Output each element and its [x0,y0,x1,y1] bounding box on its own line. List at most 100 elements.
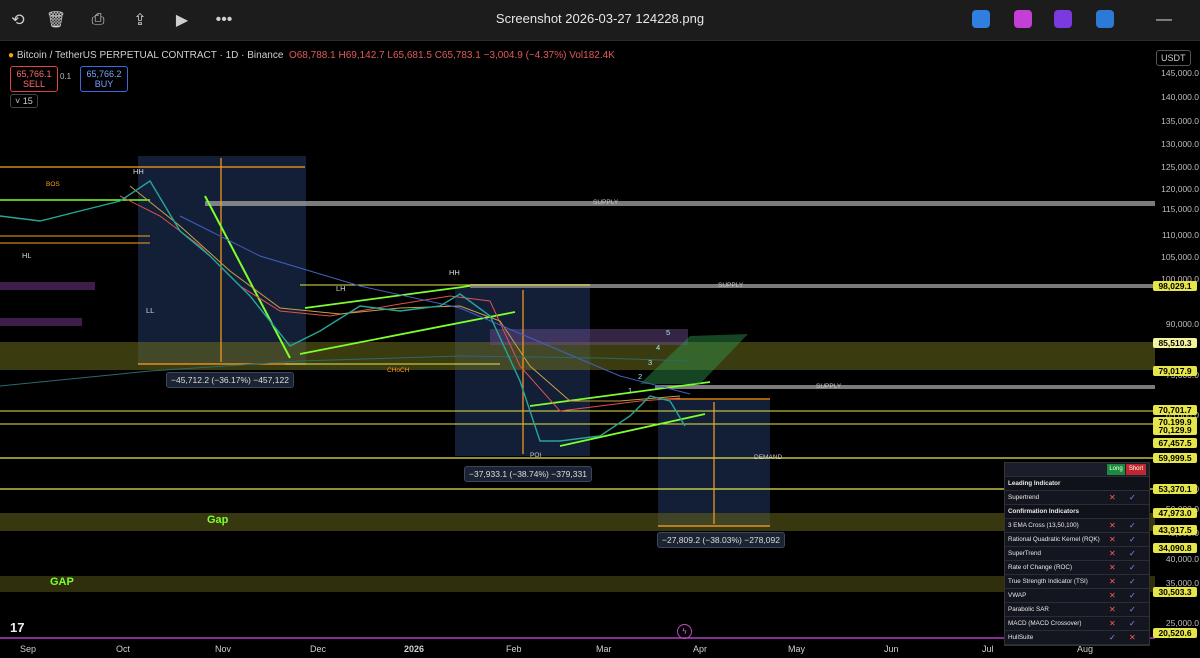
sell-price: 65,766.1 [16,69,52,79]
indicator-label: Supertrend [1008,494,1040,501]
currency-value: USDT [1161,53,1186,63]
indicator-short-status: ✓ [1129,605,1136,614]
ll-label-1: LL [146,306,155,315]
hh-label-1: HH [133,167,144,176]
sell-button[interactable]: 65,766.1 SELL [10,66,58,92]
price-tag: 43,917.5 [1153,525,1197,535]
trading-chart[interactable]: ● Bitcoin / TetherUS PERPETUAL CONTRACT … [0,46,1200,658]
price-tag: 30,503.3 [1153,587,1197,597]
price-axis-label: 120,000.0 [1161,184,1199,194]
time-axis-label: Sep [20,644,37,654]
price-tag: 98,029.1 [1153,281,1197,291]
buy-button[interactable]: 65,766.2 BUY [80,66,128,92]
time-axis-label: May [788,644,806,654]
supply-bar-3 [655,385,1155,389]
clipchamp-app-icon[interactable] [1054,10,1072,28]
bitcoin-icon: ● [8,50,15,61]
measure-box-1 [138,156,306,364]
price-axis-label: 25,000.0 [1165,618,1199,628]
indicator-label: Rate of Change (ROC) [1008,564,1073,571]
hl-label: HL [22,251,32,260]
price-axis-label: 40,000.0 [1165,554,1199,564]
indicator-short-status: ✓ [1129,521,1136,530]
bos-label: BOS [46,181,60,188]
time-axis-label: Mar [596,644,612,654]
indicator-label: True Strength Indicator (TSI) [1008,578,1088,585]
time-axis-label: 2026 [404,644,425,654]
indicator-row: MACD (MACD Crossover) ✕ ✓ [1005,617,1149,631]
long-header: Long [1107,464,1125,475]
measure-label-1: −45,712.2 (−36.17%) −457,122 [166,372,294,388]
indicator-table: Long Short Leading Indicator Supertrend ✕ ✓… [1004,462,1150,646]
gap-zone-2 [0,576,1155,592]
time-axis-label: Feb [506,644,522,654]
indicator-long-status: ✕ [1109,591,1116,600]
indicator-row: True Strength Indicator (TSI) ✕ ✓ [1005,575,1149,589]
indicator-short-status: ✓ [1129,563,1136,572]
choch-label: CHoCH [387,367,410,374]
close-value: C65,783.1 [434,50,481,61]
indicator-label: Leading Indicator [1008,480,1061,487]
supply-label-2: SUPPLY [718,282,744,289]
change-value: −3,004.9 (−4.37%) [483,50,567,61]
indicator-table-header: Long Short [1005,463,1149,477]
price-tag: 85,510.3 [1153,338,1197,348]
gap-label-2: GAP [50,576,74,588]
buy-label: BUY [94,79,114,89]
price-axis-label: 135,000.0 [1161,116,1199,126]
indicator-long-status: ✕ [1109,549,1116,558]
price-tag: 34,090.8 [1153,543,1197,553]
price-axis-label: 130,000.0 [1161,139,1199,149]
measure-label-3: −27,809.2 (−38.03%) −278,092 [657,532,785,548]
wave-5: 5 [666,328,671,337]
indicator-row: 3 EMA Cross (13,50,100) ✕ ✓ [1005,519,1149,533]
tradingview-logo[interactable]: 17 [10,620,24,635]
price-tag: 47,973.0 [1153,508,1197,518]
indicator-row: Rate of Change (ROC) ✕ ✓ [1005,561,1149,575]
sell-label: SELL [22,79,46,89]
measure-label-2: −37,933.1 (−38.74%) −379,331 [464,466,592,482]
supply-label-3: SUPPLY [816,383,842,390]
indicator-long-status: ✕ [1109,577,1116,586]
copilot-app-icon[interactable] [1014,10,1032,28]
low-value: L65,681.5 [387,50,432,61]
price-axis-label: 145,000.0 [1161,68,1199,78]
lh-label: LH [336,284,346,293]
edit-app-icon[interactable] [972,10,990,28]
spread-value: 0.1 [60,72,72,81]
price-axis-label: 90,000.0 [1165,319,1199,329]
cloud-app-icon[interactable] [1096,10,1114,28]
supply-bar-1 [205,201,1155,206]
purple-zone-2 [0,318,82,326]
gap-label-1: Gap [207,514,229,526]
interval-value: 15 [22,96,33,106]
price-tag: 67,457.5 [1153,438,1197,448]
indicator-label: VWAP [1008,592,1027,599]
time-axis-label: Nov [215,644,232,654]
price-tag: 59,999.5 [1153,453,1197,463]
lightning-icon[interactable]: ϟ [677,624,692,639]
time-axis-label: Dec [310,644,327,654]
high-value: H69,142.7 [338,50,385,61]
indicator-long-status: ✓ [1109,633,1116,642]
minimize-icon[interactable]: — [1152,8,1176,32]
indicator-long-status: ✕ [1109,521,1116,530]
demand-label: DEMAND [754,454,783,461]
wave-3: 3 [648,358,653,367]
interval-selector[interactable]: ˅ 15 [10,94,38,108]
time-axis-label: Jul [982,644,994,654]
indicator-long-status: ✕ [1109,535,1116,544]
indicator-row: VWAP ✕ ✓ [1005,589,1149,603]
symbol-header[interactable]: ● Bitcoin / TetherUS PERPETUAL CONTRACT … [8,50,615,61]
hh-label-2: HH [449,268,460,277]
indicator-long-status: ✕ [1109,493,1116,502]
indicator-row: SuperTrend ✕ ✓ [1005,547,1149,561]
price-axis-label: 140,000.0 [1161,92,1199,102]
gap-zone-1 [0,513,1155,531]
indicator-long-status: ✕ [1109,563,1116,572]
supply-label-1: SUPPLY [593,199,619,206]
price-axis-label: 115,000.0 [1161,204,1199,214]
indicator-label: MACD (MACD Crossover) [1008,620,1082,627]
indicator-short-status: ✓ [1129,549,1136,558]
currency-selector[interactable]: USDT [1156,50,1191,66]
